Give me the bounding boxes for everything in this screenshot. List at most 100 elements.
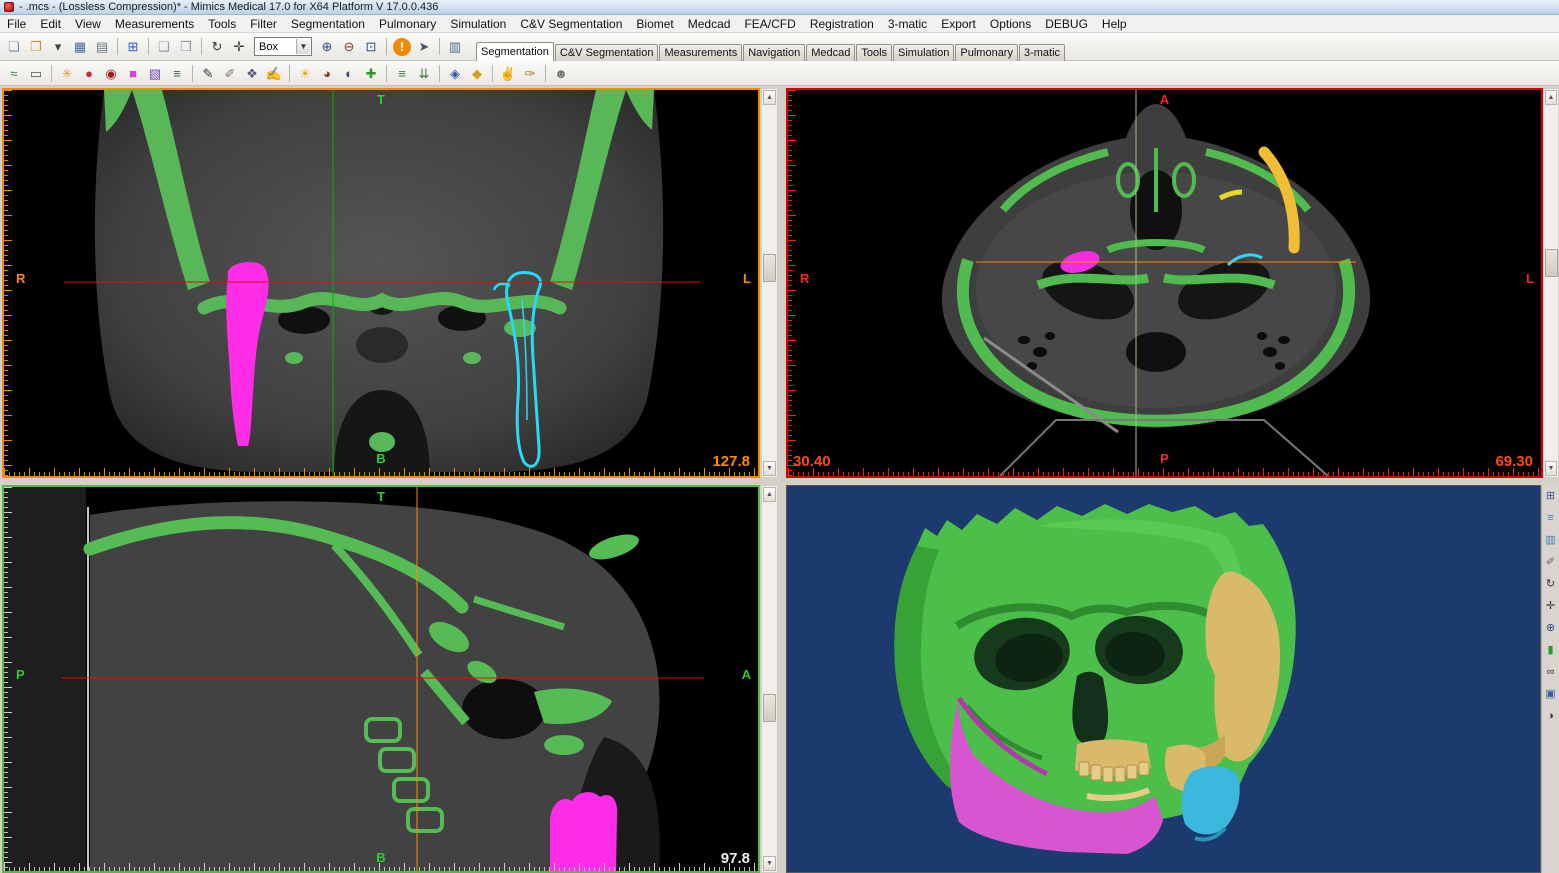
edit-3d-icon[interactable]: ✍ — [263, 63, 285, 84]
pan-3d-icon[interactable]: ✛ — [1543, 598, 1559, 614]
smart-fill-icon[interactable]: ❖ — [241, 63, 263, 84]
contrast-icon[interactable]: ◑ — [1543, 708, 1559, 724]
region-growing-icon[interactable]: ● — [78, 63, 100, 84]
coronal-scrollbar[interactable] — [761, 88, 778, 478]
erase-icon[interactable]: ✐ — [219, 63, 241, 84]
menu-measurements[interactable]: Measurements — [108, 16, 201, 32]
menu-view[interactable]: View — [68, 16, 108, 32]
menu-biomet[interactable]: Biomet — [629, 16, 680, 32]
polylines-extract-icon[interactable]: ⇊ — [413, 63, 435, 84]
view-layout-icon[interactable]: ⊞ — [122, 36, 144, 57]
zoom-in-icon[interactable]: ⊕ — [316, 36, 338, 57]
simulation-person-icon[interactable]: ☻ — [550, 63, 572, 84]
scroll-up-icon[interactable] — [1545, 90, 1557, 105]
smooth-icon[interactable]: ☀ — [294, 63, 316, 84]
slice-planes-icon[interactable]: ≡ — [1543, 510, 1559, 526]
menu-help[interactable]: Help — [1095, 16, 1134, 32]
tab-tools[interactable]: Tools — [856, 44, 892, 61]
menu-simulation[interactable]: Simulation — [443, 16, 513, 32]
tab-3matic[interactable]: 3-matic — [1019, 44, 1065, 61]
unzoom-icon[interactable]: ⊖ — [338, 36, 360, 57]
menu-registration[interactable]: Registration — [803, 16, 881, 32]
menu-edit[interactable]: Edit — [33, 16, 68, 32]
axial-scrollbar[interactable] — [1543, 88, 1559, 478]
dynamic-region-grow-icon[interactable]: ◉ — [100, 63, 122, 84]
menu-3matic[interactable]: 3-matic — [881, 16, 934, 32]
tab-pulmonary[interactable]: Pulmonary — [955, 44, 1018, 61]
sagittal-scrollbar-thumb[interactable] — [763, 694, 776, 722]
combobox-arrow-icon[interactable]: ▼ — [296, 39, 310, 54]
save-project-icon[interactable]: ▦ — [69, 36, 91, 57]
polylines-stack-icon[interactable]: ≡ — [391, 63, 413, 84]
draw-profile-icon[interactable]: ✎ — [197, 63, 219, 84]
copy-view-icon[interactable]: ❑ — [153, 36, 175, 57]
menu-debug[interactable]: DEBUG — [1038, 16, 1095, 32]
calculate-polylines-icon[interactable]: ≡ — [166, 63, 188, 84]
open-menu-arrow-icon[interactable]: ▾ — [47, 36, 69, 57]
coronal-view-canvas[interactable] — [4, 90, 758, 476]
annotate-icon[interactable]: ✑ — [519, 63, 541, 84]
multiple-slice-edit-icon[interactable]: ▧ — [144, 63, 166, 84]
reset-view-icon[interactable]: ↻ — [206, 36, 228, 57]
tab-segmentation[interactable]: Segmentation — [476, 42, 554, 61]
coronal-viewport[interactable]: T B R L 127.8 — [2, 88, 760, 478]
coronal-scrollbar-thumb[interactable] — [763, 254, 776, 282]
print-icon[interactable]: ▤ — [91, 36, 113, 57]
tab-medcad[interactable]: Medcad — [806, 44, 855, 61]
viewport-config-icon[interactable]: ⊞ — [1543, 488, 1559, 504]
profile-lines-icon[interactable]: ≈ — [3, 63, 25, 84]
menu-medcad[interactable]: Medcad — [681, 16, 738, 32]
menu-filter[interactable]: Filter — [243, 16, 284, 32]
copy-all-views-icon[interactable]: ❒ — [175, 36, 197, 57]
menu-file[interactable]: File — [0, 16, 33, 32]
measure-3d-icon[interactable]: ▮ — [1543, 642, 1559, 658]
mask-tag-icon[interactable]: ◆ — [466, 63, 488, 84]
axial-scrollbar-thumb[interactable] — [1545, 249, 1558, 277]
zoom-box-icon[interactable]: ⊡ — [360, 36, 382, 57]
one-click-measure-icon[interactable]: ! — [393, 38, 411, 56]
scroll-up-icon[interactable] — [763, 487, 776, 502]
calculate-3d-icon[interactable]: ◈ — [444, 63, 466, 84]
new-project-icon[interactable]: ❏ — [3, 36, 25, 57]
menu-segmentation[interactable]: Segmentation — [284, 16, 372, 32]
cavity-fill-icon[interactable]: ◕ — [316, 63, 338, 84]
sagittal-scrollbar[interactable] — [761, 485, 778, 873]
menu-cv-segmentation[interactable]: C&V Segmentation — [513, 16, 629, 32]
axial-viewport[interactable]: A P R L 30.40 69.30 — [786, 88, 1543, 478]
clip-plane-icon[interactable]: ▥ — [1543, 532, 1559, 548]
scroll-up-icon[interactable] — [763, 90, 776, 105]
menu-pulmonary[interactable]: Pulmonary — [372, 16, 443, 32]
tab-cv-segmentation[interactable]: C&V Segmentation — [555, 44, 659, 61]
open-project-icon[interactable]: ❐ — [25, 36, 47, 57]
boolean-operations-icon[interactable]: ◐ — [338, 63, 360, 84]
scroll-down-icon[interactable] — [1545, 461, 1557, 476]
tab-navigation[interactable]: Navigation — [743, 44, 805, 61]
tab-simulation[interactable]: Simulation — [893, 44, 954, 61]
threshold-icon[interactable]: ✳ — [56, 63, 78, 84]
update-mask-icon[interactable]: ✚ — [360, 63, 382, 84]
menu-export[interactable]: Export — [934, 16, 983, 32]
project-info-icon[interactable]: ▥ — [444, 36, 466, 57]
rotate-3d-icon[interactable]: ↻ — [1543, 576, 1559, 592]
zoom-3d-icon[interactable]: ⊕ — [1543, 620, 1559, 636]
edit-masks-icon[interactable]: ■ — [122, 63, 144, 84]
sagittal-viewport[interactable]: T B P A 97.8 — [2, 485, 760, 873]
scroll-down-icon[interactable] — [763, 856, 776, 871]
registration-view-icon[interactable]: ▣ — [1543, 686, 1559, 702]
sagittal-view-canvas[interactable] — [4, 487, 758, 871]
scroll-down-icon[interactable] — [763, 461, 776, 476]
erase-3d-icon[interactable]: ✐ — [1543, 554, 1559, 570]
pan-view-icon[interactable]: ✛ — [228, 36, 250, 57]
indicate-cursor-icon[interactable]: ➤ — [413, 36, 435, 57]
stereo-glasses-icon[interactable]: ∞ — [1543, 664, 1559, 680]
menu-fea-cfd[interactable]: FEA/CFD — [737, 16, 802, 32]
axial-view-canvas[interactable] — [788, 90, 1541, 476]
zoom-mode-combobox[interactable]: Box ▼ — [254, 37, 312, 56]
three-d-viewport[interactable] — [786, 485, 1541, 873]
menu-options[interactable]: Options — [983, 16, 1038, 32]
tab-measurements[interactable]: Measurements — [659, 44, 742, 61]
hand-tool-icon[interactable]: ✌ — [497, 63, 519, 84]
three-d-view-canvas[interactable] — [787, 486, 1540, 872]
menu-tools[interactable]: Tools — [201, 16, 243, 32]
crop-project-icon[interactable]: ▭ — [25, 63, 47, 84]
